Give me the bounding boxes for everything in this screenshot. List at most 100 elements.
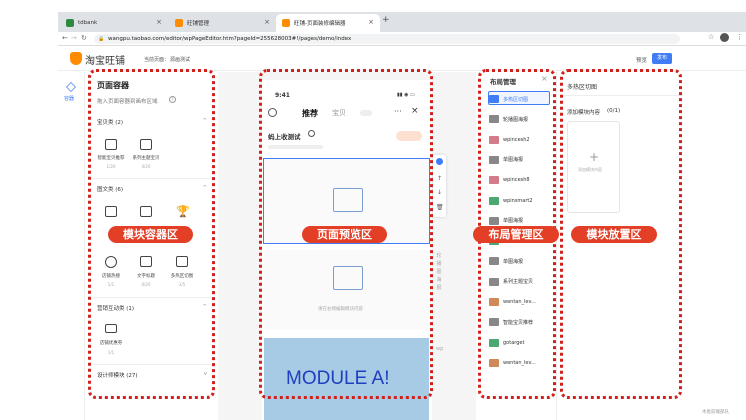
move-up-icon[interactable]: ↑ — [437, 175, 442, 182]
module-thumbnail-icon — [489, 196, 499, 205]
url-input[interactable]: 🔒 wangpu.taobao.com/editor/wpPageEditor.… — [94, 34, 680, 44]
module-item-count: 1/20 — [106, 164, 116, 169]
layout-item[interactable]: wpincesh8 — [489, 173, 551, 187]
coupon-icon[interactable] — [105, 324, 117, 333]
tab-recommend[interactable]: 推荐 — [302, 108, 318, 119]
tab-title: 旺铺管理 — [187, 21, 210, 27]
menu-kebab-icon[interactable]: ⋮ — [736, 33, 743, 41]
category-header-marketing[interactable]: 营销互动类 (1) ^ — [97, 304, 207, 312]
layout-item[interactable]: 轮播图海报 — [489, 112, 551, 126]
container-nav-label[interactable]: 容器 — [64, 95, 74, 102]
module-a-text: MODULE A! — [286, 368, 390, 389]
module-item-label: 多热区切图 — [170, 274, 194, 279]
preview-button[interactable]: 预览 — [636, 56, 647, 64]
module-thumbnail-icon — [489, 257, 499, 266]
trophy-icon[interactable]: 🏆 — [176, 206, 190, 217]
category-header-goods[interactable]: 宝贝类 (2) ^ — [97, 118, 207, 126]
add-module-label: 添加模块内容 — [578, 167, 602, 172]
follow-button[interactable] — [396, 131, 422, 141]
module-item-count: 3/5 — [178, 282, 186, 287]
placement-subtitle: 添加模块内容 — [567, 110, 601, 116]
close-icon[interactable]: × — [541, 74, 548, 83]
empty-module[interactable] — [264, 250, 429, 330]
multi-hotspot-icon[interactable] — [176, 256, 188, 267]
module-item-label: 文字标题 — [137, 274, 155, 279]
new-tab-button[interactable]: + — [382, 15, 390, 25]
profile-avatar-icon[interactable] — [720, 33, 729, 42]
category-header-graphic[interactable]: 图文类 (6) ^ — [97, 185, 207, 193]
left-nav: 容器 — [58, 72, 85, 420]
single-image-icon[interactable] — [140, 206, 152, 217]
smart-recommend-icon[interactable] — [105, 139, 117, 150]
browser-tab[interactable]: tdbank × — [60, 14, 168, 32]
module-item-count: 1/1 — [107, 350, 115, 355]
series-goods-icon[interactable] — [140, 139, 152, 150]
browser-tab-active[interactable]: 旺铺-页面装修编辑器 × — [276, 14, 380, 32]
chevron-up-icon[interactable]: ^ — [202, 118, 207, 124]
placement-panel-title: 多热区切图 — [567, 84, 598, 91]
side-module-label: wp — [436, 346, 444, 352]
watermark: 木屋前端部队 — [702, 410, 729, 415]
side-module-label: 轮播图海报 — [436, 253, 442, 291]
layout-item-label: 单图海报 — [503, 258, 524, 265]
module-item-label: 店铺热搜 — [102, 274, 120, 279]
delete-trash-icon[interactable]: 🗑 — [436, 204, 444, 211]
tab-goods[interactable]: 宝贝 — [332, 108, 346, 118]
url-text: wangpu.taobao.com/editor/wpPageEditor.ht… — [108, 36, 352, 42]
current-page-label: 当前页面： — [144, 57, 170, 63]
layout-item[interactable]: 系列主题宝贝 — [489, 275, 551, 289]
chevron-up-icon[interactable]: ^ — [202, 304, 207, 310]
store-name: 蚂上收测试 — [268, 133, 301, 141]
layout-item[interactable]: 单图海报 — [489, 153, 551, 167]
close-icon[interactable]: × — [411, 106, 419, 116]
text-title-icon[interactable] — [140, 256, 152, 267]
close-tab-icon[interactable]: × — [156, 18, 162, 26]
move-down-icon[interactable]: ↓ — [437, 189, 442, 196]
tab-favicon-icon — [175, 19, 183, 27]
store-hot-search-icon[interactable] — [105, 256, 117, 268]
publish-button[interactable]: 发布 — [652, 53, 672, 64]
chevron-up-icon[interactable]: ^ — [202, 185, 207, 191]
more-icon[interactable]: ··· — [394, 107, 402, 116]
layout-item-label: gotarget — [503, 339, 525, 346]
chevron-down-icon[interactable]: v — [204, 371, 207, 377]
empty-module-hint: 请在右侧编辑模块内容 — [318, 307, 363, 312]
layout-item[interactable]: wpinsmart2 — [489, 194, 551, 208]
image-placeholder-icon — [333, 188, 363, 212]
layout-item[interactable]: gotarget — [489, 336, 551, 350]
module-thumbnail-icon — [489, 298, 499, 306]
bookmark-star-icon[interactable]: ☆ — [708, 33, 714, 41]
info-icon[interactable] — [308, 130, 315, 137]
status-icons: ▮▮ ◉ ▭ — [397, 92, 415, 98]
layout-item[interactable]: 智能宝贝推荐 — [489, 315, 551, 329]
placement-area-label: 模块放置区 — [571, 226, 657, 243]
image-placeholder-icon — [333, 266, 363, 290]
layout-item[interactable]: wentan_lev... — [489, 356, 551, 370]
reload-icon[interactable]: ↻ — [81, 34, 87, 42]
help-icon[interactable]: ? — [169, 96, 176, 103]
settings-gear-icon[interactable] — [436, 158, 443, 165]
editor-topbar: 淘宝旺铺 当前页面： 源画测试 预览 发布 — [58, 47, 746, 71]
carousel-poster-icon[interactable] — [105, 206, 117, 217]
lock-icon: 🔒 — [98, 36, 105, 42]
back-icon[interactable]: ← — [62, 34, 68, 42]
container-area-label: 模块容器区 — [108, 226, 193, 243]
close-tab-icon[interactable]: × — [368, 18, 374, 26]
search-icon[interactable] — [268, 108, 277, 117]
skeleton-line — [268, 145, 323, 149]
browser-tab[interactable]: 旺铺管理 × — [169, 14, 276, 32]
layout-item[interactable]: 单图海报 — [489, 254, 551, 268]
close-tab-icon[interactable]: × — [264, 18, 270, 26]
forward-icon[interactable]: → — [71, 34, 77, 42]
layout-item[interactable]: wentan_lev... — [489, 295, 551, 309]
layout-item-label: 单图海报 — [503, 218, 524, 225]
layout-item[interactable]: 多热区切图 — [489, 92, 551, 106]
category-count: (2) — [115, 120, 124, 126]
container-nav-icon[interactable] — [66, 82, 76, 92]
module-thumbnail-icon — [489, 155, 499, 164]
tab-title: tdbank — [78, 20, 98, 26]
layout-item-label: wpincesh8 — [503, 177, 530, 184]
module-panel-hint: 拖入页面容器到画布区域 — [97, 99, 158, 105]
layout-item[interactable]: wpincesh2 — [489, 133, 551, 147]
category-header-designer[interactable]: 设计师模块 (27) v — [97, 371, 207, 379]
